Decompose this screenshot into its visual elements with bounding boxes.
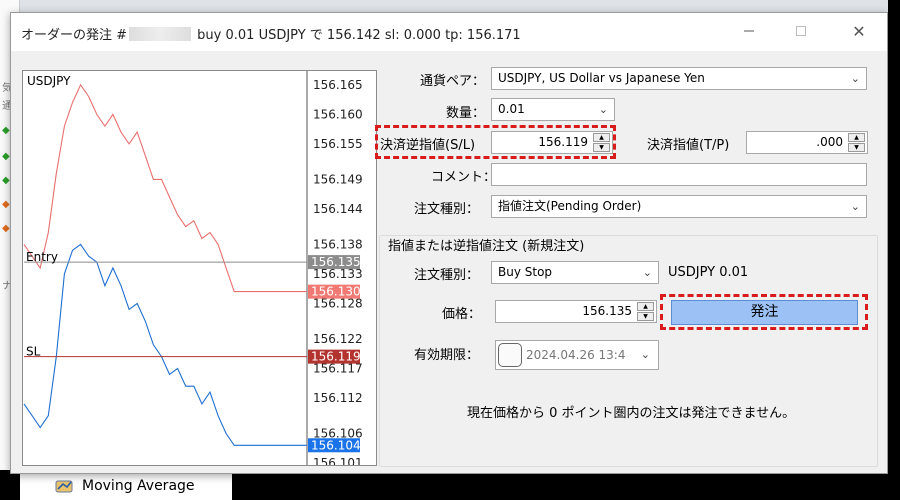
chevron-down-icon: ⌄ — [850, 72, 860, 85]
symbol-label: 通貨ペア： — [420, 74, 486, 89]
title-prefix: オーダーの発注 # — [21, 28, 128, 43]
bid-price-line — [23, 243, 307, 446]
minimize-icon[interactable] — [737, 20, 761, 44]
pending-type-label: 注文種別： — [414, 268, 480, 283]
spin-down-icon[interactable]: ▼ — [593, 143, 610, 152]
price-tick-label: 156.160 — [313, 107, 363, 121]
chevron-down-icon: ⌄ — [640, 348, 650, 361]
app-toolbar — [0, 0, 900, 12]
price-input[interactable]: 156.135 ▲ ▼ — [495, 300, 657, 323]
navigator-item-moving-average[interactable]: Moving Average — [82, 478, 195, 494]
symbol-select[interactable]: USDJPY, US Dollar vs Japanese Yen ⌄ — [491, 67, 867, 90]
tp-value: .000 — [816, 135, 843, 149]
sl-input[interactable]: 156.119 ▲ ▼ — [491, 131, 613, 154]
indicator-icon — [55, 480, 73, 493]
order-type-select[interactable]: 指値注文(Pending Order) ⌄ — [491, 195, 867, 218]
price-tick-label: 156.155 — [313, 137, 363, 151]
redacted-ticket — [129, 27, 192, 41]
price-tick-label: 156.144 — [313, 202, 363, 216]
chart-svg: 156.165 156.160 156.155 156.149 156.144 156.1… — [23, 71, 363, 470]
expiry-value: 2024.04.26 13:4 — [526, 348, 626, 362]
tp-input[interactable]: .000 ▲ ▼ — [746, 131, 868, 154]
chevron-down-icon: ⌄ — [642, 266, 652, 279]
expiry-checkbox[interactable] — [498, 343, 522, 367]
pending-type-value: Buy Stop — [498, 265, 553, 279]
spin-up-icon[interactable]: ▲ — [637, 302, 654, 311]
maximize-icon[interactable] — [789, 20, 813, 44]
chart-background — [888, 0, 900, 500]
chevron-down-icon: ⌄ — [850, 200, 860, 213]
order-type-value: 指値注文(Pending Order) — [498, 199, 642, 213]
price-chart: 156.165 156.160 156.155 156.149 156.144 156.1… — [22, 70, 377, 470]
price-tick-label: 156.112 — [313, 391, 363, 405]
price-tick-label: 156.122 — [313, 332, 363, 346]
chart-symbol-label: USDJPY — [27, 74, 71, 88]
price-label: 価格： — [442, 307, 482, 322]
sl-label: 決済逆指値(S/L) — [380, 138, 476, 153]
spin-up-icon[interactable]: ▲ — [593, 133, 610, 142]
price-tick-label: 156.149 — [313, 172, 363, 186]
sl-spinner[interactable]: ▲ ▼ — [593, 133, 610, 152]
expiry-datetime[interactable]: 2024.04.26 13:4 ⌄ — [495, 340, 659, 370]
pending-group-title: 指値または逆指値注文 (新規注文) — [388, 239, 585, 254]
ask-price-line — [23, 83, 307, 293]
volume-value: 0.01 — [498, 102, 525, 116]
sl-value: 156.119 — [538, 135, 588, 149]
price-tick-label: 156.138 — [313, 237, 363, 251]
title-bar: オーダーの発注 # buy 0.01 USDJPY で 156.142 sl: … — [11, 13, 887, 51]
bid-price-tag-label: 156.104 — [311, 438, 361, 452]
order-dialog: オーダーの発注 # buy 0.01 USDJPY で 156.142 sl: … — [10, 12, 888, 474]
tp-spinner[interactable]: ▲ ▼ — [848, 133, 865, 152]
dialog-title: オーダーの発注 # buy 0.01 USDJPY で 156.142 sl: … — [21, 24, 521, 43]
place-order-button[interactable]: 発注 — [671, 300, 858, 325]
spin-up-icon[interactable]: ▲ — [848, 133, 865, 142]
price-spinner[interactable]: ▲ ▼ — [637, 302, 654, 321]
sl-price-tag-label: 156.119 — [311, 350, 361, 364]
notice-text: 現在価格から 0 ポイント圏内の注文は発注できません。 — [467, 406, 796, 421]
entry-label: Entry — [26, 250, 58, 264]
sl-label-chart: SL — [26, 345, 41, 359]
order-type-label: 注文種別： — [414, 202, 480, 217]
tp-price-tag-label: 156.130 — [311, 285, 361, 299]
comment-input[interactable] — [491, 163, 867, 186]
comment-label: コメント： — [431, 170, 497, 185]
spin-down-icon[interactable]: ▼ — [848, 143, 865, 152]
expiry-label: 有効期限： — [414, 348, 480, 363]
price-tick-label: 156.165 — [313, 78, 363, 92]
volume-select[interactable]: 0.01 ⌄ — [491, 98, 615, 121]
close-icon[interactable]: ✕ — [847, 20, 871, 44]
pending-type-select[interactable]: Buy Stop ⌄ — [491, 261, 659, 284]
price-tick-label: 156.101 — [313, 456, 363, 465]
spin-down-icon[interactable]: ▼ — [637, 312, 654, 321]
tp-label: 決済指値(T/P) — [647, 138, 730, 153]
entry-price-tag-label: 156.135 — [311, 255, 361, 269]
price-value: 156.135 — [582, 304, 632, 318]
volume-label: 数量： — [446, 106, 486, 121]
pending-symbol-info: USDJPY 0.01 — [668, 265, 749, 280]
chevron-down-icon: ⌄ — [598, 103, 608, 116]
symbol-value: USDJPY, US Dollar vs Japanese Yen — [498, 71, 705, 85]
title-suffix: buy 0.01 USDJPY で 156.142 sl: 0.000 tp: … — [197, 28, 521, 43]
